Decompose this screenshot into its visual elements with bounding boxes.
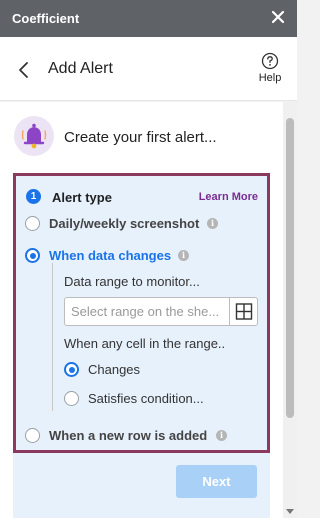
info-icon[interactable]: i [178,250,189,261]
scroll-down-arrow-icon[interactable] [286,509,294,514]
scrollbar-thumb[interactable] [286,118,294,418]
option-satisfies-condition[interactable]: Satisfies condition... [88,391,204,406]
help-icon [261,52,279,70]
radio-daily-weekly-screenshot[interactable] [25,216,40,231]
info-icon[interactable]: i [216,430,227,441]
option-daily-weekly-screenshot[interactable]: Daily/weekly screenshot [49,216,199,231]
cell-condition-label: When any cell in the range.. [64,336,226,351]
radio-satisfies-condition[interactable] [64,391,79,406]
learn-more-link[interactable]: Learn More [199,191,258,203]
alert-type-card: 1 Alert type Learn More Daily/weekly scr… [13,173,270,453]
range-picker-button[interactable] [229,298,257,325]
help-label: Help [258,72,282,84]
radio-new-row-added[interactable] [25,428,40,443]
next-button[interactable]: Next [176,465,257,498]
sub-options-divider [52,263,53,411]
help-button[interactable]: Help [255,52,285,92]
option-new-row-added[interactable]: When a new row is added [49,428,207,443]
scrollbar[interactable] [283,102,297,518]
alert-type-label: Alert type [52,190,112,205]
option-when-data-changes[interactable]: When data changes [49,248,171,263]
app-title: Coefficient [12,11,80,26]
alert-form: Create your first alert... 1 Alert type … [0,102,283,518]
close-icon[interactable] [269,8,287,26]
radio-changes[interactable] [64,362,79,377]
range-input[interactable] [66,299,226,324]
range-input-box [64,297,258,326]
intro-heading: Create your first alert... [64,129,217,146]
bell-icon [14,116,54,156]
option-changes[interactable]: Changes [88,362,140,377]
back-arrow-icon[interactable] [14,60,34,80]
page-title: Add Alert [48,60,113,77]
alert-type-header: 1 Alert type Learn More [26,187,258,207]
info-icon[interactable]: i [207,218,218,229]
footer-actions: Next [13,453,270,518]
page-header: Add Alert Help [0,37,297,101]
radio-when-data-changes[interactable] [25,248,40,263]
step-number-badge: 1 [26,189,41,204]
data-range-label: Data range to monitor... [64,274,200,289]
grid-icon [235,303,253,320]
sidebar-titlebar: Coefficient [0,0,297,37]
